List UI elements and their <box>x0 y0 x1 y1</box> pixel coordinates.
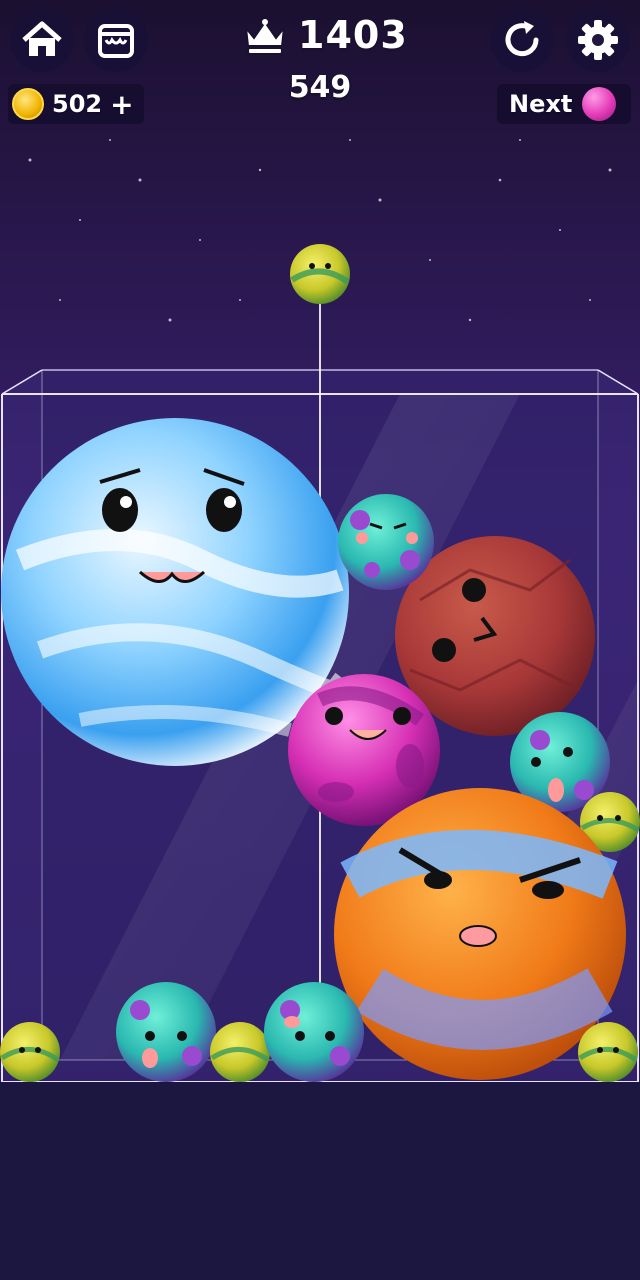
settings-button[interactable] <box>566 8 630 72</box>
teal-planet-bottom-2 <box>264 982 364 1082</box>
shop-icon <box>98 24 134 58</box>
coin-icon <box>12 88 44 120</box>
next-preview: Next <box>497 84 631 124</box>
yellow-planet-bottom-left <box>0 1022 60 1082</box>
held-planet[interactable] <box>290 244 350 304</box>
restart-button[interactable] <box>490 8 554 72</box>
orange-planet <box>334 788 626 1080</box>
coin-amount: 502 <box>52 90 103 118</box>
yellow-planet-bottom-2 <box>210 1022 270 1082</box>
best-score-value: 1403 <box>298 13 408 57</box>
shop-button[interactable] <box>84 8 148 72</box>
gear-icon <box>578 20 618 60</box>
teal-planet-bottom-1 <box>116 982 216 1082</box>
floor <box>0 1082 640 1280</box>
next-planet-icon <box>582 87 617 121</box>
best-score: 1403 <box>240 10 410 60</box>
add-coins-button[interactable]: + <box>110 88 133 121</box>
home-icon <box>22 21 62 56</box>
blue-planet <box>1 418 350 766</box>
restart-icon <box>505 21 539 57</box>
home-button[interactable] <box>10 8 74 72</box>
current-score: 549 <box>288 70 352 105</box>
yellow-planet-bottom-right <box>578 1022 638 1082</box>
coin-counter: 502 + <box>8 84 144 124</box>
teal-planet-upper <box>338 494 434 590</box>
crown-icon <box>244 19 286 55</box>
next-label: Next <box>509 90 573 118</box>
